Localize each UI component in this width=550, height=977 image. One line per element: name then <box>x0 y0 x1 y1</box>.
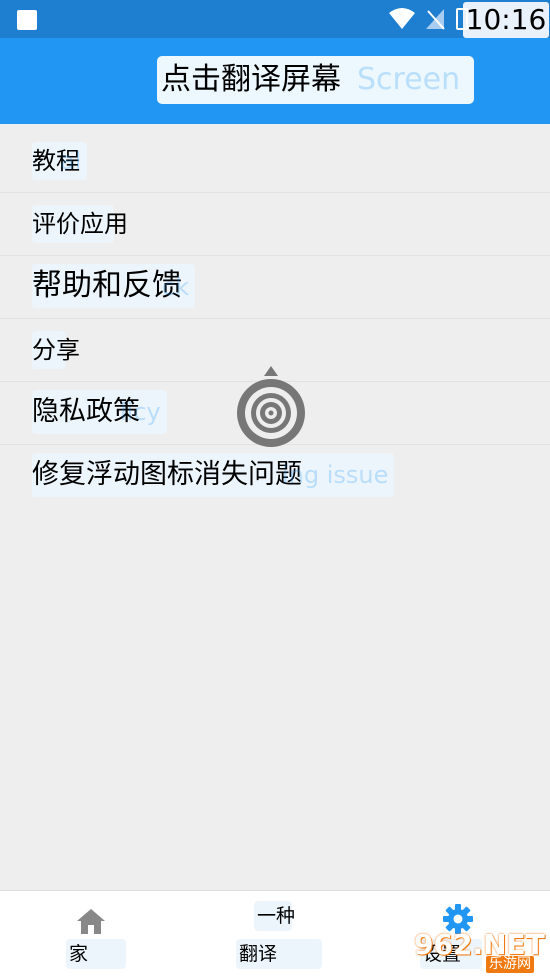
home-icon <box>77 909 105 934</box>
app-title-container[interactable]: 点击翻译屏幕 Screen <box>157 56 474 104</box>
menu-item-label: 评价应用 <box>32 205 128 243</box>
menu-item-fix-floating-icon[interactable]: 修复浮动图标消失问题ing issue <box>0 445 550 508</box>
page-title-ghost: Screen <box>357 62 461 97</box>
menu-item-rate-app[interactable]: 评价应用 <box>0 193 550 256</box>
app-bar: 点击翻译屏幕 Screen <box>0 38 550 124</box>
nav-translate-label-top: 一种 <box>254 901 295 931</box>
menu-item-label: 教程al <box>32 142 88 180</box>
menu-item-label: 修复浮动图标消失问题ing issue <box>32 453 395 497</box>
nav-home-label: 家 <box>66 939 126 969</box>
settings-menu: 教程al 评价应用 帮助和反馈ck 分享 隐私政策licy 修复浮动图标消失问题… <box>0 130 550 508</box>
stop-square-icon <box>17 10 37 30</box>
menu-item-tutorial[interactable]: 教程al <box>0 130 550 193</box>
status-time: 10:16 <box>463 2 549 38</box>
wifi-icon <box>389 8 415 29</box>
nav-translate[interactable]: 一种 翻译 <box>230 891 330 977</box>
menu-item-label: 帮助和反馈ck <box>32 264 196 308</box>
nav-translate-label: 翻译 <box>236 939 322 969</box>
floating-target-icon[interactable] <box>236 366 306 448</box>
watermark-subtext: 乐游网 <box>486 956 534 973</box>
menu-item-label: 隐私政策licy <box>32 390 167 434</box>
menu-item-label: 分享 <box>32 331 80 369</box>
menu-item-help-feedback[interactable]: 帮助和反馈ck <box>0 256 550 319</box>
status-bar: 10:16 <box>0 0 550 38</box>
watermark-logo: 962.NET 乐游网 <box>414 928 550 974</box>
signal-icon <box>426 9 445 30</box>
nav-home[interactable]: 家 <box>50 891 140 977</box>
